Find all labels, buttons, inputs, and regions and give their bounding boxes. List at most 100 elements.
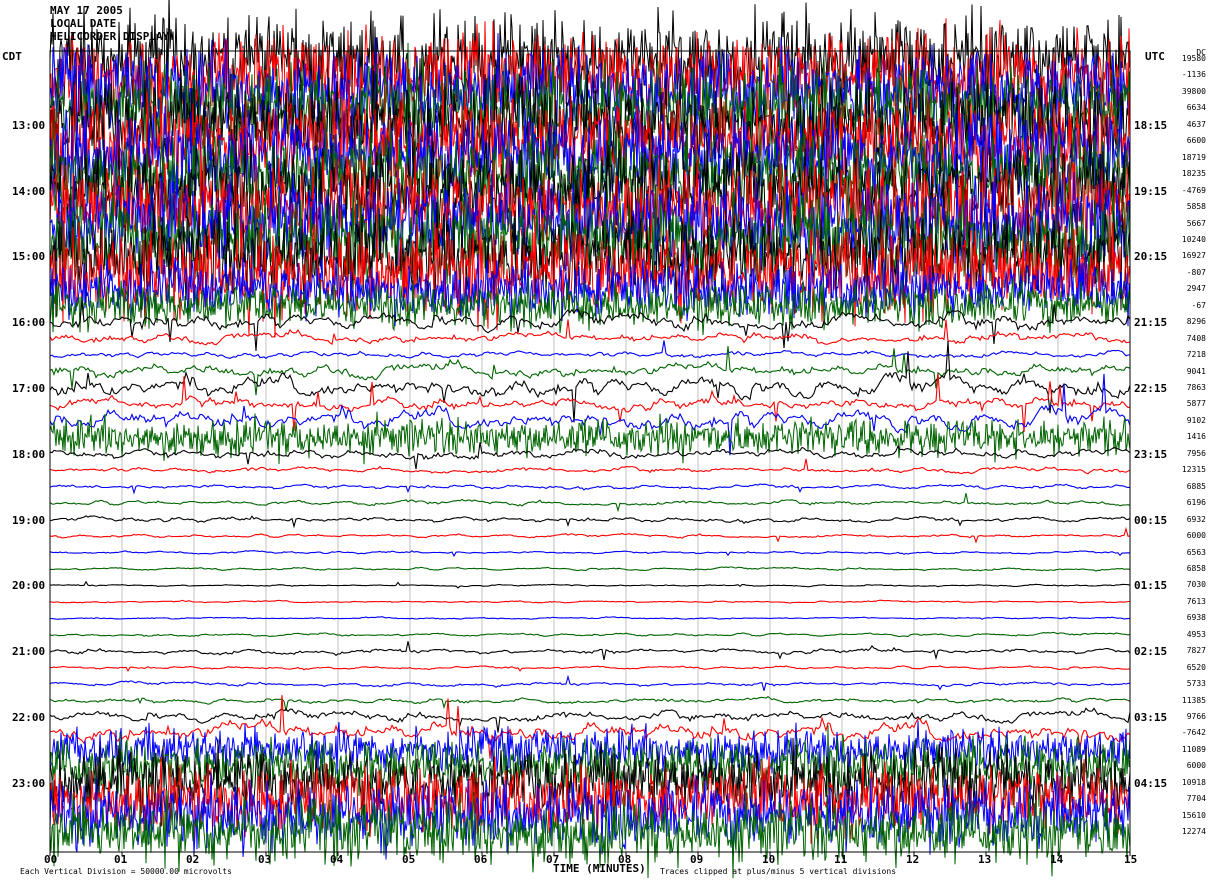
dc-offset-label: 6885	[1186, 481, 1206, 491]
left-hour-label: 17:00	[12, 382, 46, 395]
trace-36	[49, 641, 1131, 661]
dc-offset-label: 11089	[1181, 744, 1206, 754]
trace-34	[49, 616, 1130, 620]
trace-31	[49, 566, 1131, 572]
dc-offset-label: -7642	[1181, 728, 1206, 738]
dc-offset-label: 39800	[1181, 86, 1206, 96]
dc-offset-label: 7218	[1186, 350, 1206, 360]
dc-offset-label: 1416	[1186, 432, 1206, 442]
left-hour-label: 14:00	[12, 184, 46, 198]
dc-offset-label: 16927	[1181, 251, 1206, 261]
right-hour-label: 21:15	[1134, 316, 1168, 330]
header-date: MAY 17 2005	[50, 4, 123, 17]
x-tick-label: 15	[1124, 853, 1138, 866]
dc-offset-label: 11385	[1181, 695, 1206, 705]
dc-offset-label: 7613	[1186, 596, 1206, 606]
dc-offset-label: 6938	[1186, 613, 1206, 623]
header-local-date: LOCAL DATE	[50, 17, 117, 30]
dc-offset-label: 6196	[1186, 498, 1206, 508]
left-hour-label: 16:00	[12, 316, 46, 330]
trace-24	[49, 442, 1131, 470]
dc-offset-label: 7408	[1186, 333, 1206, 343]
left-hour-label: 13:00	[12, 118, 46, 132]
left-axis-title: CDT	[2, 50, 22, 63]
footer-scale-note: Each Vertical Division = 50000.00 microv…	[20, 867, 232, 876]
trace-26	[49, 483, 1131, 495]
left-hour-label: 18:00	[12, 447, 46, 461]
dc-offset-label: -4769	[1181, 185, 1206, 195]
left-hour-label: 21:00	[12, 645, 46, 659]
dc-offset-label: 4637	[1186, 119, 1206, 129]
x-tick-label: 12	[906, 853, 920, 866]
dc-offset-label: 9766	[1186, 712, 1206, 721]
dc-offset-label: -807	[1186, 267, 1206, 277]
x-tick-label: 10	[762, 853, 776, 866]
dc-offset-label: 7030	[1186, 580, 1206, 590]
footer-clip-note: Traces clipped at plus/minus 5 vertical …	[660, 867, 897, 876]
dc-offset-label: 5858	[1186, 202, 1206, 212]
trace-25	[49, 458, 1131, 475]
trace-19	[49, 345, 1131, 396]
right-hour-label: 18:15	[1134, 118, 1168, 132]
dc-offset-label: 12315	[1181, 465, 1206, 475]
right-hour-label: 20:15	[1134, 250, 1168, 264]
trace-40	[49, 707, 1131, 733]
x-tick-label: 14	[1050, 853, 1064, 866]
left-hour-label: 19:00	[12, 513, 46, 527]
dc-offset-label: 10918	[1181, 777, 1206, 787]
trace-33	[49, 599, 1130, 604]
trace-29	[49, 526, 1131, 544]
right-hour-label: 00:15	[1134, 513, 1168, 527]
x-tick-label: 13	[978, 853, 992, 866]
dc-offset-label: 15610	[1181, 810, 1206, 820]
dc-offset-label: 8296	[1186, 317, 1206, 327]
dc-offset-label: 6563	[1186, 547, 1206, 557]
dc-offset-label: 19580	[1181, 54, 1206, 63]
trace-30	[49, 550, 1131, 558]
dc-offset-label: 4953	[1186, 629, 1206, 639]
dc-offset-label: 7956	[1186, 448, 1206, 458]
right-hour-label: 19:15	[1134, 184, 1168, 198]
dc-offset-label: 7863	[1186, 383, 1206, 392]
dc-offset-label: -1136	[1181, 70, 1206, 80]
trace-22	[49, 373, 1131, 456]
right-hour-label: 01:15	[1134, 579, 1168, 593]
trace-38	[49, 674, 1131, 691]
dc-offset-label: 9041	[1186, 366, 1206, 376]
trace-27	[49, 493, 1131, 513]
x-tick-label: 11	[834, 853, 848, 866]
x-tick-label: 03	[258, 853, 272, 866]
trace-20	[49, 340, 1131, 423]
dc-offset-label: 6600	[1186, 136, 1206, 146]
trace-18	[49, 340, 1131, 359]
dc-offset-label: -67	[1191, 300, 1206, 310]
trace-39	[49, 696, 1131, 712]
x-axis-label: TIME (MINUTES)	[553, 862, 646, 875]
x-tick-label: 06	[474, 853, 488, 866]
helicorder-plot	[49, 0, 1131, 879]
right-axis-title: UTC	[1145, 50, 1165, 63]
right-hour-label: 22:15	[1134, 382, 1168, 395]
trace-17	[49, 319, 1131, 346]
trace-28	[49, 515, 1131, 529]
dc-offset-label: 10240	[1181, 234, 1206, 244]
trace-32	[50, 580, 1131, 589]
right-hour-label: 03:15	[1134, 711, 1168, 724]
x-tick-label: 00	[44, 853, 58, 866]
dc-offset-label: 9102	[1186, 415, 1206, 425]
trace-37	[50, 665, 1131, 672]
x-tick-label: 05	[402, 853, 416, 866]
dc-offset-label: 5877	[1186, 399, 1206, 409]
left-hour-label: 20:00	[12, 579, 46, 593]
dc-offset-label: 5733	[1186, 679, 1206, 689]
dc-offset-label: 2947	[1186, 284, 1206, 294]
dc-offset-label: 6858	[1186, 563, 1206, 573]
dc-offset-label: 6932	[1186, 514, 1206, 524]
x-tick-label: 01	[114, 853, 128, 866]
left-hour-label: 22:00	[12, 711, 46, 724]
dc-offset-label: 6000	[1186, 531, 1206, 541]
dc-offset-label: 6520	[1186, 662, 1206, 672]
seismic-traces	[49, 0, 1131, 879]
left-hour-label: 15:00	[12, 250, 46, 264]
right-hour-label: 04:15	[1134, 776, 1168, 790]
